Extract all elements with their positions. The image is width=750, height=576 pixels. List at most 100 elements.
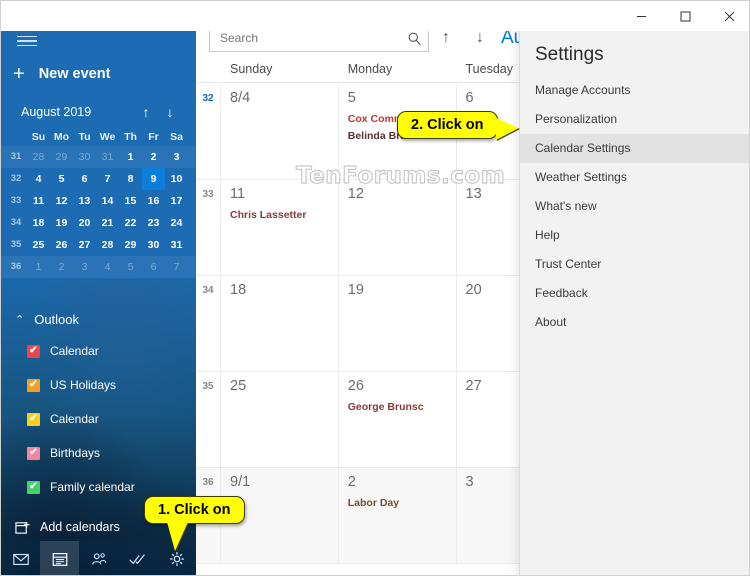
mini-calendar-day[interactable]: 13 [73,190,96,212]
settings-item-manage-accounts[interactable]: Manage Accounts [520,76,749,105]
chevron-up-icon: ⌃ [15,313,25,326]
calendar-checkbox[interactable]: ✔ [27,480,40,494]
mini-calendar-day[interactable]: 16 [142,190,165,212]
mini-calendar-day[interactable]: 1 [119,146,142,168]
close-button[interactable] [707,1,749,31]
day-cell[interactable]: 2 Labor Day [337,468,456,563]
mini-calendar-day[interactable]: 24 [165,212,188,234]
mini-calendar-day[interactable]: 31 [96,146,119,168]
minimize-button[interactable] [619,1,663,31]
title-bar [1,1,749,31]
calendar-checkbox[interactable]: ✔ [27,412,40,426]
day-cell[interactable]: 19 [337,276,456,371]
mini-calendar-day[interactable]: 22 [119,212,142,234]
mini-calendar-day[interactable]: 29 [50,146,73,168]
mini-calendar-day[interactable]: 25 [27,234,50,256]
mini-calendar-day[interactable]: 12 [50,190,73,212]
calendar-list-item[interactable]: ✔ Birthdays [1,436,196,470]
settings-item-help[interactable]: Help [520,221,749,250]
mini-calendar-day[interactable]: 27 [73,234,96,256]
mini-calendar-day[interactable]: 19 [50,212,73,234]
mini-calendar-week-row: 34 18 19 20 21 22 23 24 [1,212,196,234]
mini-calendar-day[interactable]: 3 [165,146,188,168]
mini-calendar-day[interactable]: 2 [142,146,165,168]
mini-calendar-day[interactable]: 26 [50,234,73,256]
day-cell[interactable]: 25 [220,372,338,467]
mini-calendar-day[interactable]: 5 [119,256,142,278]
mini-calendar-day[interactable]: 20 [73,212,96,234]
settings-item-weather-settings[interactable]: Weather Settings [520,163,749,192]
close-icon [724,11,734,21]
mini-calendar-day[interactable]: 3 [73,256,96,278]
mini-calendar-day[interactable]: 28 [96,234,119,256]
mini-calendar-day[interactable]: 9 [142,168,165,190]
hamburger-icon[interactable] [11,27,43,55]
mini-calendar-day[interactable]: 6 [142,256,165,278]
search-icon [408,32,421,45]
mini-calendar-day[interactable]: 7 [96,168,119,190]
new-event-label: New event [38,66,111,82]
calendar-event[interactable]: Chris Lassetter [230,207,330,224]
settings-menu: Manage Accounts Personalization Calendar S… [520,76,749,337]
mini-calendar-day[interactable]: 21 [96,212,119,234]
day-cell[interactable]: 8/4 [220,84,338,179]
mini-calendar-day[interactable]: 14 [96,190,119,212]
calendar-event[interactable]: Labor Day [348,495,448,512]
day-cell[interactable]: 26 George Brunsc [337,372,456,467]
calendar-list-item[interactable]: ✔ Calendar [1,402,196,436]
mini-calendar-day[interactable]: 29 [119,234,142,256]
calendar-checkbox[interactable]: ✔ [27,344,40,358]
settings-item-personalization[interactable]: Personalization [520,105,749,134]
day-cell[interactable]: 18 [220,276,338,371]
gear-icon [169,552,184,566]
mini-calendar-day[interactable]: 30 [142,234,165,256]
mini-calendar-day[interactable]: 18 [27,212,50,234]
day-number: 9/1 [230,474,251,490]
mini-calendar-day[interactable]: 31 [165,234,188,256]
mini-calendar-week-number: 32 [10,173,22,184]
calendar-checkbox[interactable]: ✔ [27,446,40,460]
calendar-checkbox[interactable]: ✔ [27,378,40,392]
week-number: 35 [202,381,214,392]
mini-calendar-day[interactable]: 15 [119,190,142,212]
mini-calendar-day[interactable]: 2 [50,256,73,278]
mini-calendar-day[interactable]: 4 [27,168,50,190]
mini-calendar-day[interactable]: 23 [142,212,165,234]
settings-item-feedback[interactable]: Feedback [520,279,749,308]
settings-item-about[interactable]: About [520,308,749,337]
mini-calendar-week-row: 31 28 29 30 31 1 2 3 [1,146,196,168]
mini-calendar-month[interactable]: August 2019 [21,105,134,119]
mini-calendar-dow-4: Th [124,131,137,143]
mini-calendar-day[interactable]: 10 [165,168,188,190]
prev-month-icon[interactable]: ↑ [134,104,158,120]
day-cell[interactable]: 11 Chris Lassetter [220,180,338,275]
settings-item-trust-center[interactable]: Trust Center [520,250,749,279]
mini-calendar-day[interactable]: 8 [119,168,142,190]
maximize-button[interactable] [663,1,707,31]
new-event-button[interactable]: + New event [13,64,110,84]
account-group-outlook[interactable]: ⌃ Outlook [1,304,196,334]
mini-calendar-day[interactable]: 17 [165,190,188,212]
settings-item-calendar-settings[interactable]: Calendar Settings [520,134,749,163]
calendar-event[interactable]: George Brunsc [348,399,448,416]
week-number: 32 [202,93,214,104]
calendar-list-item[interactable]: ✔ US Holidays [1,368,196,402]
maximize-icon [680,11,690,21]
mini-calendar-day[interactable]: 28 [27,146,50,168]
nav-calendar-button[interactable] [40,541,79,575]
nav-mail-button[interactable] [1,541,40,575]
mini-calendar-day[interactable]: 4 [96,256,119,278]
mini-calendar-day[interactable]: 11 [27,190,50,212]
nav-people-button[interactable] [79,541,118,575]
mini-calendar-dow-5: Fr [148,131,159,143]
mini-calendar-day[interactable]: 7 [165,256,188,278]
next-month-icon[interactable]: ↓ [158,104,182,120]
settings-item-what-s-new[interactable]: What's new [520,192,749,221]
mini-calendar-day[interactable]: 1 [27,256,50,278]
mini-calendar-day[interactable]: 30 [73,146,96,168]
mini-calendar-day[interactable]: 6 [73,168,96,190]
day-cell[interactable]: 12 [337,180,456,275]
calendar-list-item[interactable]: ✔ Calendar [1,334,196,368]
mini-calendar-day[interactable]: 5 [50,168,73,190]
nav-tasks-button[interactable] [118,541,157,575]
